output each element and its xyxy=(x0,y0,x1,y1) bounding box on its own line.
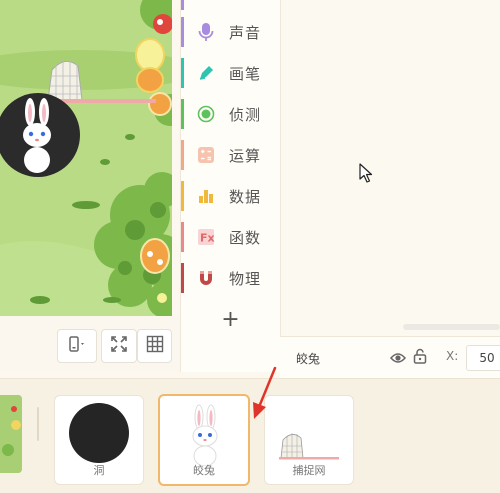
category-pen[interactable]: 画笔 xyxy=(181,58,280,88)
visibility-eye-icon[interactable] xyxy=(390,350,406,369)
add-category-button[interactable]: + xyxy=(181,305,280,333)
sprite-name: 洞 xyxy=(93,464,105,477)
device-switch-button[interactable] xyxy=(57,329,97,363)
block-category-list: 声音 画笔 侦测 运算 数据 Fx 函数 物理 + xyxy=(181,0,280,372)
category-prev-partial xyxy=(181,0,280,10)
microphone-icon xyxy=(195,21,217,43)
sprite-card-hole[interactable]: 洞 xyxy=(54,395,144,485)
grid-toggle-button[interactable] xyxy=(137,329,172,363)
sprite-card-rabbit[interactable]: 皎兔 xyxy=(158,394,250,486)
phone-icon xyxy=(67,336,87,356)
grid-icon xyxy=(146,335,164,357)
category-sound[interactable]: 声音 xyxy=(181,17,280,47)
mouse-cursor-icon xyxy=(359,163,373,187)
category-label: 声音 xyxy=(229,23,262,42)
fullscreen-button[interactable] xyxy=(101,329,137,363)
net-thumbnail xyxy=(279,433,339,460)
sprite-card-net[interactable]: 捕捉网 xyxy=(264,395,354,485)
category-sensing[interactable]: 侦测 xyxy=(181,99,280,129)
svg-text:Fx: Fx xyxy=(200,232,215,245)
category-label: 物理 xyxy=(229,269,262,288)
category-data[interactable]: 数据 xyxy=(181,181,280,211)
x-coordinate-label: X: xyxy=(446,349,459,363)
script-workspace[interactable] xyxy=(280,0,500,336)
sprite-info-bar: 皎兔 X: 50 xyxy=(280,336,500,379)
lock-icon[interactable] xyxy=(413,348,427,368)
stage-thumbnail[interactable] xyxy=(0,395,22,473)
category-operators[interactable]: 运算 xyxy=(181,140,280,170)
fullscreen-icon xyxy=(110,335,128,357)
pen-icon xyxy=(195,62,217,84)
sprite-name: 皎兔 xyxy=(193,464,215,477)
category-label: 函数 xyxy=(229,228,262,247)
horizontal-scrollbar[interactable] xyxy=(403,324,500,330)
x-coordinate-field[interactable]: 50 xyxy=(466,345,500,371)
category-functions[interactable]: Fx 函数 xyxy=(181,222,280,252)
operator-icon xyxy=(195,144,217,166)
magnet-icon xyxy=(195,267,217,289)
stage-scene xyxy=(0,0,172,316)
sprite-name: 捕捉网 xyxy=(292,464,326,477)
hole-thumbnail xyxy=(69,403,129,463)
category-physics[interactable]: 物理 xyxy=(181,263,280,293)
stage-canvas[interactable] xyxy=(0,0,172,316)
tray-separator xyxy=(37,407,39,441)
sprite-tray: 洞 皎兔 捕捉网 xyxy=(0,378,500,493)
add-icon: + xyxy=(221,306,240,332)
category-label: 数据 xyxy=(229,187,262,206)
category-label: 画笔 xyxy=(229,64,262,83)
data-icon xyxy=(195,185,217,207)
function-icon: Fx xyxy=(195,226,217,248)
category-label: 运算 xyxy=(229,146,262,165)
sprite-name-field[interactable]: 皎兔 xyxy=(288,346,428,370)
detect-icon xyxy=(195,103,217,125)
rabbit-thumbnail xyxy=(192,404,218,466)
category-label: 侦测 xyxy=(229,105,262,124)
